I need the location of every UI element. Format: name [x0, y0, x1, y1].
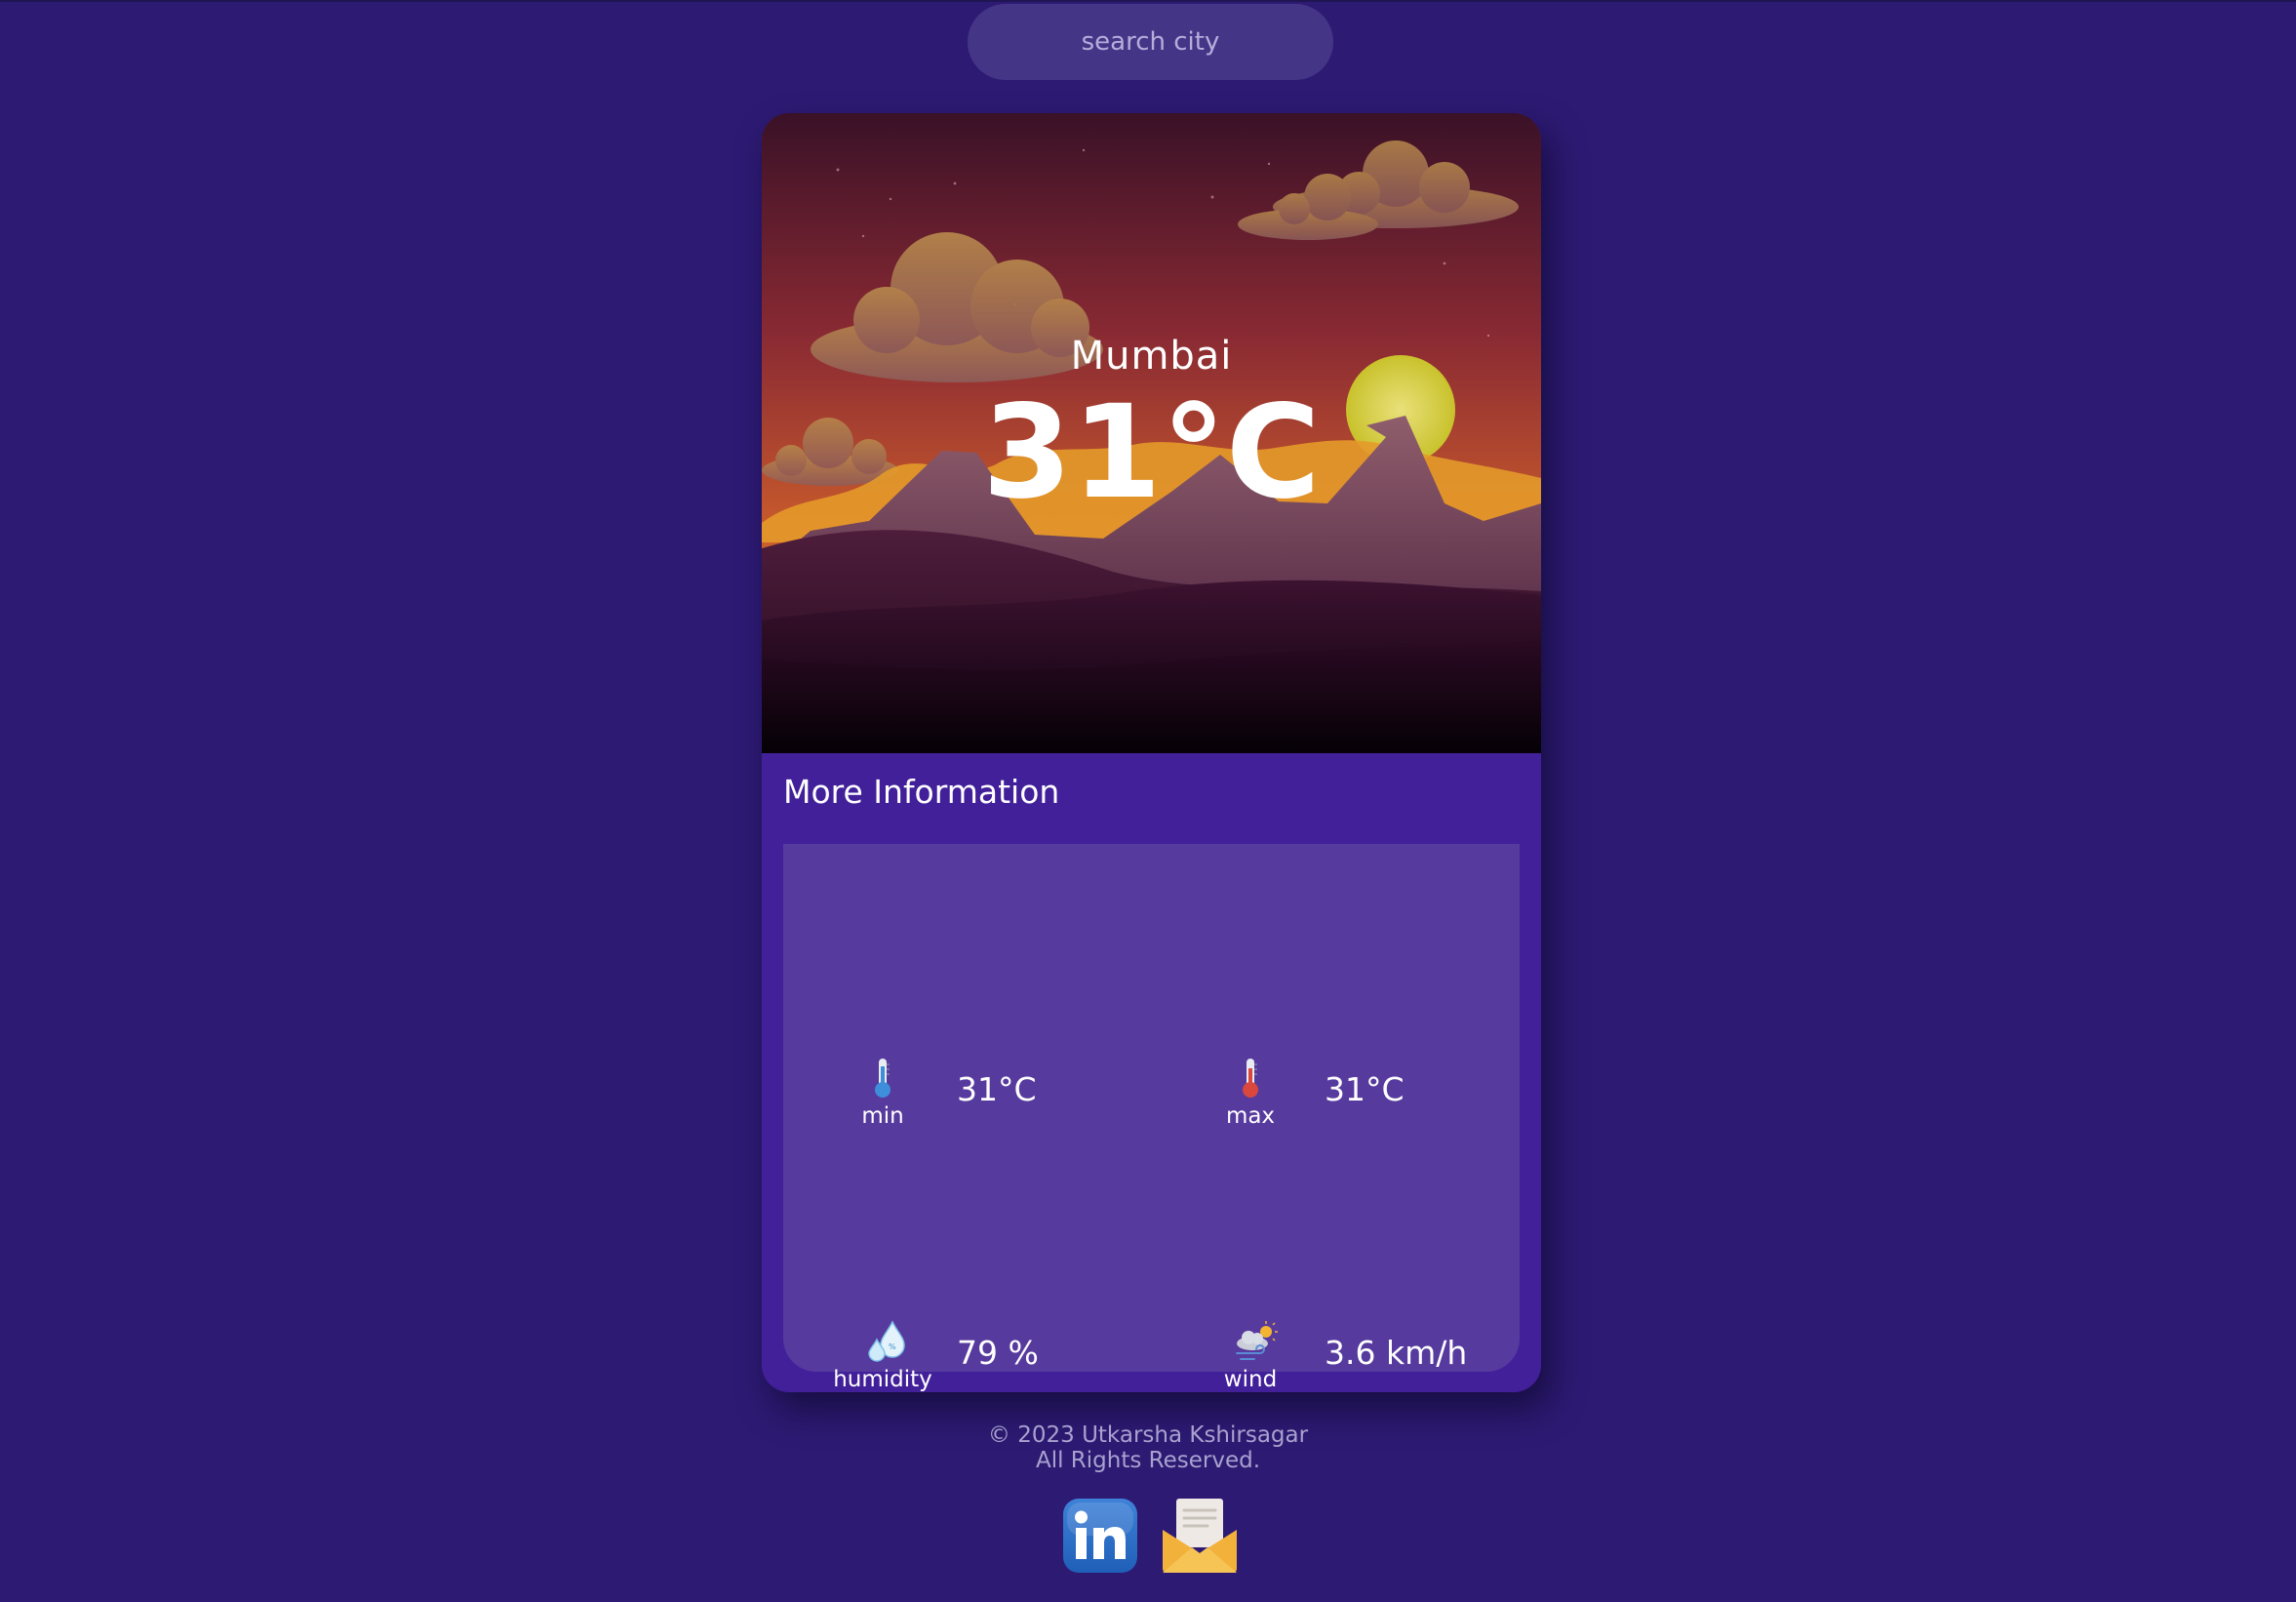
info-label: max: [1225, 1103, 1276, 1129]
copyright-text: © 2023 Utkarsha Kshirsagar: [987, 1422, 1309, 1448]
weather-card: Mumbai 31°C More Information min 31°C ma…: [762, 113, 1541, 1392]
humidity-drops-icon: %: [868, 1320, 905, 1362]
more-information-title: More Information: [783, 773, 1060, 811]
current-temperature: 31°C: [982, 378, 1321, 528]
info-value: 3.6 km/h: [1325, 1334, 1468, 1372]
info-value: 79 %: [957, 1334, 1039, 1372]
search-city-input[interactable]: [968, 4, 1333, 80]
info-item-wind: wind 3.6 km/h: [1190, 1320, 1522, 1392]
thermometer-cold-icon: [875, 1059, 891, 1098]
email-link[interactable]: [1161, 1497, 1239, 1575]
city-name: Mumbai: [1070, 334, 1233, 379]
info-label: humidity: [833, 1367, 932, 1392]
thermometer-hot-icon: [1243, 1059, 1258, 1098]
mail-icon: [1163, 1499, 1237, 1573]
info-item-humidity: % humidity 79 %: [822, 1320, 1154, 1392]
rights-text: All Rights Reserved.: [1035, 1448, 1261, 1473]
svg-text:%: %: [889, 1342, 896, 1351]
info-label: wind: [1223, 1367, 1278, 1392]
top-border: [0, 0, 2296, 2]
footer: © 2023 Utkarsha Kshirsagar All Rights Re…: [0, 1422, 2296, 1473]
info-item-max: max 31°C: [1190, 1057, 1522, 1144]
wind-cloud-icon: [1236, 1321, 1278, 1360]
info-value: 31°C: [957, 1070, 1037, 1108]
info-label: min: [861, 1103, 904, 1129]
info-value: 31°C: [1325, 1070, 1405, 1108]
info-item-min: min 31°C: [822, 1057, 1154, 1144]
weather-app: Mumbai 31°C More Information min 31°C: [0, 0, 2296, 1602]
linkedin-icon: [1063, 1499, 1137, 1573]
linkedin-link[interactable]: [1061, 1497, 1139, 1575]
more-information-panel: min 31°C max 31°C % humidity 79 % wind 3…: [783, 844, 1522, 1392]
